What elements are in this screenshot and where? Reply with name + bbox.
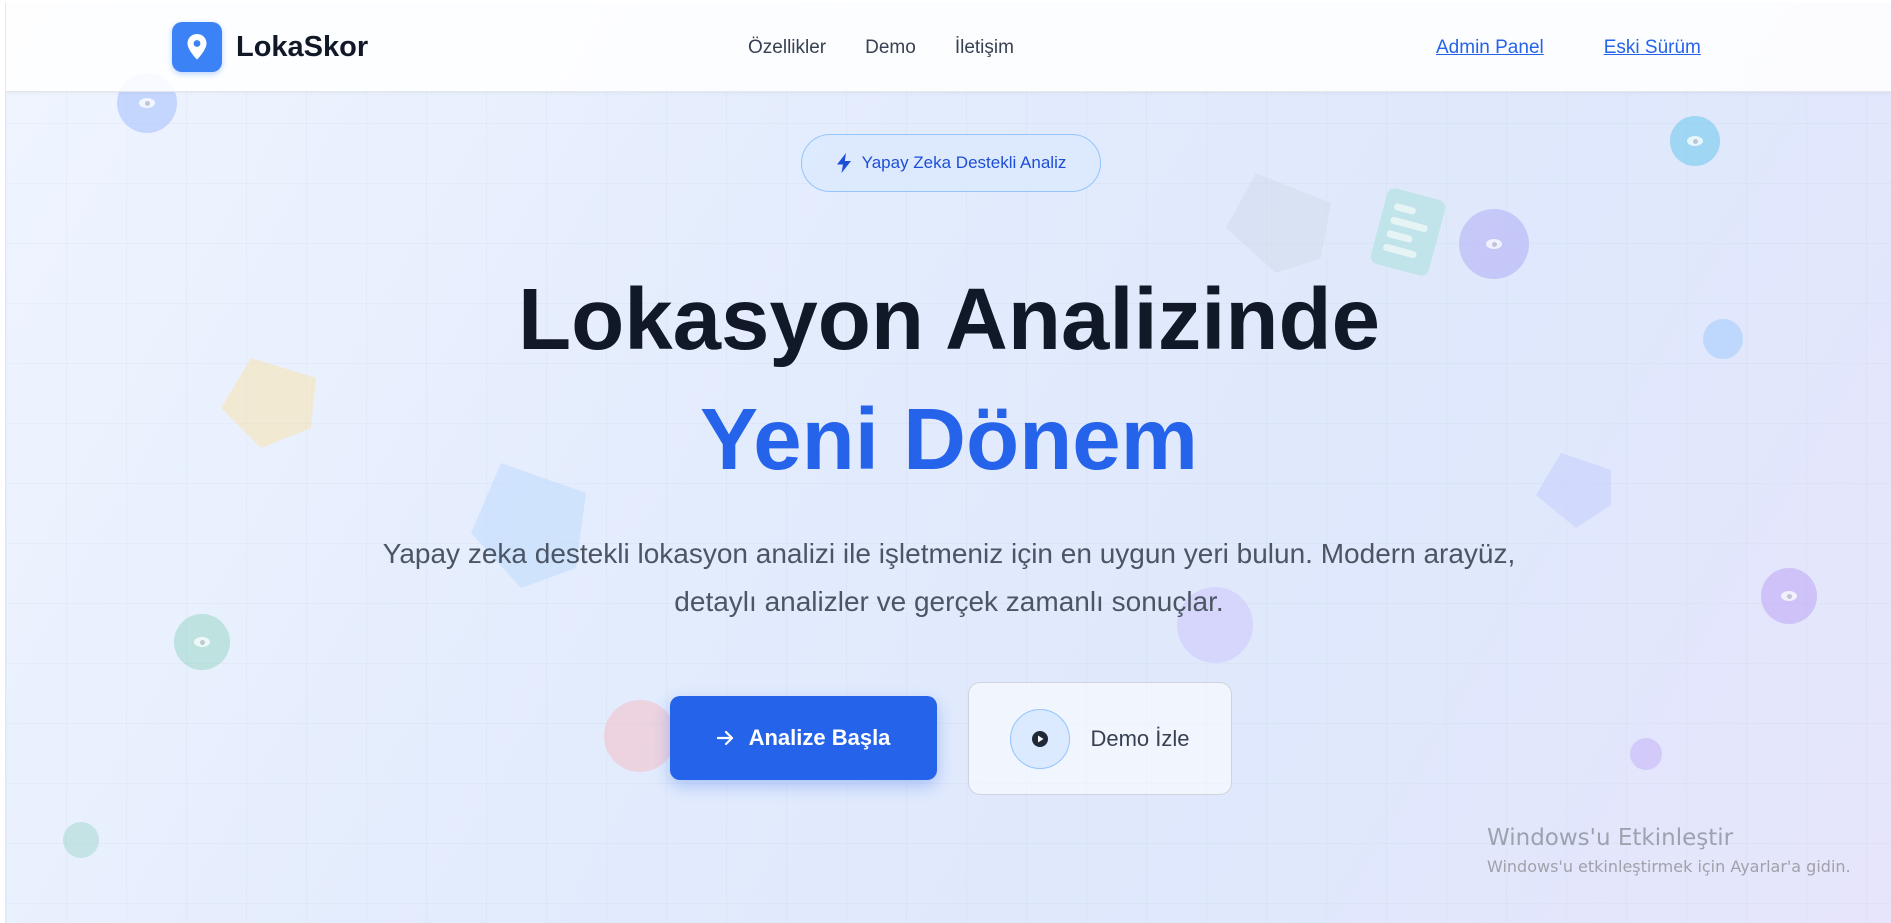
header-links: Admin Panel Eski Sürüm: [1436, 37, 1701, 59]
brand-name[interactable]: LokaSkor: [236, 31, 368, 64]
admin-panel-link[interactable]: Admin Panel: [1436, 37, 1544, 59]
floating-dot: [1630, 738, 1662, 770]
floating-document-icon: [1370, 188, 1446, 276]
floating-eye-icon: [174, 614, 230, 670]
nav-link-features[interactable]: Özellikler: [748, 37, 826, 59]
floating-eye-icon: [1459, 209, 1529, 279]
start-analysis-button[interactable]: Analize Başla: [670, 696, 937, 780]
watermark-title: Windows'u Etkinleştir: [1487, 825, 1734, 851]
hero-subtitle-line2: detaylı analizler ve gerçek zamanlı sonu…: [674, 586, 1224, 617]
play-icon: [1010, 708, 1071, 769]
watermark-subtitle: Windows'u etkinleştirmek için Ayarlar'a …: [1487, 857, 1851, 876]
floating-pointer-icon: [604, 700, 676, 772]
hero-subtitle-line1: Yapay zeka destekli lokasyon analizi ile…: [382, 538, 1516, 569]
arrow-right-icon: [716, 730, 733, 746]
badge-label: Yapay Zeka Destekli Analiz: [861, 153, 1067, 172]
floating-eye-icon: [1670, 116, 1720, 166]
top-navbar: LokaSkor Özellikler Demo İletişim Admin …: [6, 3, 1891, 92]
floating-pentagon: [1226, 173, 1331, 273]
landing-page: LokaSkor Özellikler Demo İletişim Admin …: [5, 3, 1891, 923]
map-pin-icon[interactable]: [172, 22, 222, 72]
main-nav: Özellikler Demo İletişim: [748, 37, 1014, 59]
lightning-icon: [836, 153, 851, 173]
floating-eye-icon: [1761, 568, 1817, 624]
floating-dot: [63, 822, 99, 858]
windows-activation-watermark: Windows'u Etkinleştir Windows'u etkinleş…: [1487, 825, 1851, 876]
hero-title-line2: Yeni Dönem: [700, 391, 1198, 488]
ai-badge: Yapay Zeka Destekli Analiz: [801, 134, 1101, 192]
old-version-link[interactable]: Eski Sürüm: [1604, 37, 1701, 59]
start-analysis-label: Analize Başla: [748, 725, 891, 750]
nav-link-contact[interactable]: İletişim: [955, 37, 1014, 59]
hero-title-line1: Lokasyon Analizinde: [517, 271, 1381, 368]
watch-demo-button[interactable]: Demo İzle: [968, 682, 1232, 795]
nav-link-demo[interactable]: Demo: [865, 37, 916, 59]
watch-demo-label: Demo İzle: [1090, 725, 1190, 751]
hero-subtitle: Yapay zeka destekli lokasyon analizi ile…: [326, 530, 1572, 626]
